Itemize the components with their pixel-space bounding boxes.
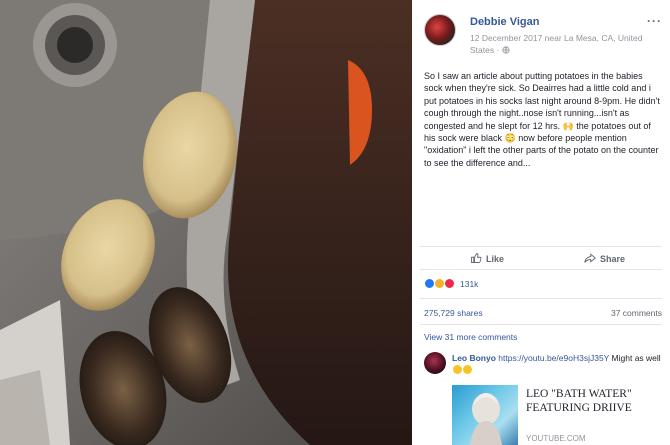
sink-potatoes-image <box>0 0 412 445</box>
post-meta: 12 December 2017 near La Mesa, CA, Unite… <box>470 32 650 56</box>
globe-icon <box>502 45 510 55</box>
comment-link[interactable]: https://youtu.be/e9oH3sjJ35Y <box>498 353 609 363</box>
comment-text: Might as well <box>609 353 661 363</box>
post-text: So I saw an article about putting potato… <box>424 71 660 168</box>
post-stats: 275,729 shares 37 comments <box>424 308 662 320</box>
laughing-emoji-icon <box>453 365 462 374</box>
video-thumbnail-image <box>470 393 502 445</box>
view-more-comments-link[interactable]: View 31 more comments <box>424 332 517 342</box>
video-thumbnail[interactable] <box>452 385 518 445</box>
like-button[interactable]: Like <box>470 251 504 267</box>
laughing-emoji-icon <box>463 365 472 374</box>
share-label: Share <box>600 254 626 264</box>
post-actions: Like Share <box>420 246 662 270</box>
commenter-name[interactable]: Leo Bonyo <box>452 353 496 363</box>
comment-body: Leo Bonyo https://youtu.be/e9oH3sjJ35Y M… <box>452 352 662 376</box>
preview-domain: YOUTUBE.COM <box>526 434 586 443</box>
shares-count[interactable]: 275,729 shares <box>424 308 483 318</box>
author-avatar[interactable] <box>424 14 456 46</box>
link-preview[interactable]: LEO "BATH WATER" FEATURING DRIIVE YOUTUB… <box>452 385 658 445</box>
comments-count[interactable]: 37 comments <box>611 308 662 318</box>
divider <box>420 324 662 325</box>
post-photo[interactable] <box>0 0 412 445</box>
commenter-avatar[interactable] <box>424 352 446 374</box>
preview-title[interactable]: LEO "BATH WATER" FEATURING DRIIVE <box>526 387 658 415</box>
author-name[interactable]: Debbie Vigan <box>470 16 539 28</box>
post-header: Debbie Vigan 12 December 2017 near La Me… <box>424 14 664 58</box>
reactions-summary[interactable]: 131k <box>424 278 478 289</box>
share-button[interactable]: Share <box>584 251 625 267</box>
like-label: Like <box>486 254 505 264</box>
divider <box>420 298 662 299</box>
reaction-count: 131k <box>460 278 479 289</box>
share-arrow-icon <box>584 252 596 266</box>
love-reaction-icon <box>444 278 455 289</box>
thumbs-up-icon <box>470 252 482 266</box>
more-options-icon[interactable]: ··· <box>647 14 662 28</box>
post-viewer: Debbie Vigan 12 December 2017 near La Me… <box>0 0 670 445</box>
post-panel: Debbie Vigan 12 December 2017 near La Me… <box>412 0 670 445</box>
post-date-location[interactable]: 12 December 2017 near La Mesa, CA, Unite… <box>470 33 642 55</box>
